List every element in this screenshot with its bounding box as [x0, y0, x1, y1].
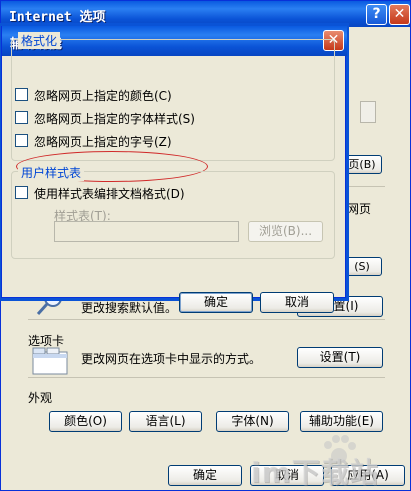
- internet-options-title: Internet 选项: [9, 10, 106, 25]
- ignore-colors-label: 忽略网页上指定的颜色(C): [34, 89, 172, 103]
- internet-options-titlebar: Internet 选项 ? ✕: [1, 1, 410, 27]
- tabs-settings-button[interactable]: 设置(T): [297, 347, 383, 368]
- internet-options-close-button[interactable]: ✕: [389, 4, 410, 25]
- accessibility-dialog: 辅助功能 ✕ 格式化 忽略网页上指定的颜色(C) 忽略网页上指定的字体样式(S)…: [1, 26, 347, 313]
- separator: [28, 319, 385, 320]
- separator: [28, 377, 385, 378]
- accessibility-cancel-button[interactable]: 取消: [260, 292, 334, 313]
- partially-hidden-button-1[interactable]: 页(B): [342, 155, 382, 174]
- stylesheet-path-input[interactable]: [54, 221, 239, 242]
- search-description: 更改搜索默认值。: [81, 301, 178, 315]
- fonts-button[interactable]: 字体(N): [216, 411, 289, 432]
- ignore-colors-checkbox[interactable]: [15, 88, 28, 101]
- partially-hidden-button-2[interactable]: (S): [342, 257, 382, 276]
- use-stylesheet-label: 使用样式表编排文档格式(D): [34, 187, 185, 201]
- appearance-section-heading: 外观: [28, 391, 53, 405]
- languages-button[interactable]: 语言(L): [129, 411, 202, 432]
- accessibility-ok-button[interactable]: 确定: [179, 292, 253, 313]
- help-button[interactable]: ?: [366, 4, 387, 25]
- tabs-icon: [32, 347, 68, 375]
- browse-button[interactable]: 浏览(B)...: [248, 221, 323, 242]
- user-stylesheet-group-legend: 用户样式表: [18, 164, 85, 181]
- list-scrollbar-stub[interactable]: [360, 101, 376, 123]
- colors-button[interactable]: 颜色(O): [49, 411, 122, 432]
- accessibility-button[interactable]: 辅助功能(E): [300, 411, 383, 432]
- ignore-font-sizes-checkbox[interactable]: [15, 134, 28, 147]
- separator: [341, 186, 385, 187]
- ignore-font-sizes-label: 忽略网页上指定的字号(Z): [34, 135, 172, 149]
- use-stylesheet-checkbox[interactable]: [15, 186, 28, 199]
- formatting-group-legend: 格式化: [18, 32, 61, 49]
- site-watermark: im下载站: [251, 456, 379, 489]
- ignore-font-styles-label: 忽略网页上指定的字体样式(S): [34, 112, 195, 126]
- internet-options-ok-button[interactable]: 确定: [168, 465, 242, 486]
- partially-hidden-label: 网页: [347, 202, 372, 216]
- tabs-description: 更改网页在选项卡中显示的方式。: [81, 352, 262, 366]
- ignore-font-styles-checkbox[interactable]: [15, 111, 28, 124]
